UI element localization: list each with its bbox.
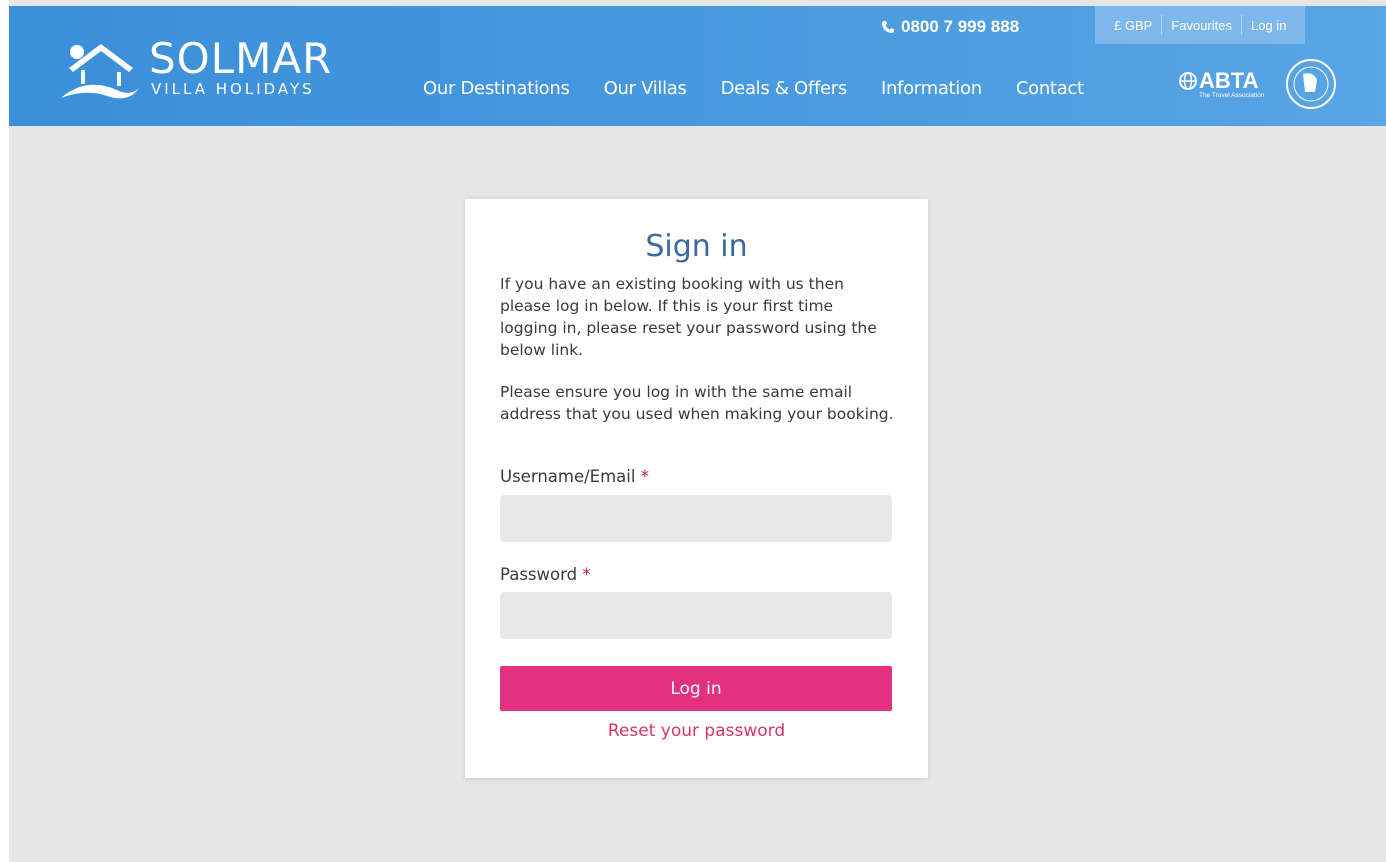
required-asterisk: * [582,565,591,584]
currency-selector[interactable]: £ GBP [1105,18,1161,33]
username-label: Username/Email * [500,467,649,486]
page-title: Sign in [645,229,748,264]
password-label: Password * [500,565,591,584]
brand-name: SOLMAR [149,34,333,83]
email-note-text: Please ensure you log in with the same e… [500,383,894,423]
nav-our-destinations[interactable]: Our Destinations [423,78,570,99]
header-login-link[interactable]: Log in [1242,18,1295,33]
page: SOLMAR VILLA HOLIDAYS 0800 7 999 888 £ G… [0,0,1386,862]
abta-subtitle: The Travel Association [1199,92,1265,99]
left-edge-strip [0,0,9,862]
nav-deals-offers[interactable]: Deals & Offers [721,78,848,99]
site-header: SOLMAR VILLA HOLIDAYS 0800 7 999 888 £ G… [9,6,1386,126]
reset-password-link[interactable]: Reset your password [465,721,928,741]
required-asterisk: * [640,467,649,486]
username-label-text: Username/Email [500,467,636,486]
atol-protected-icon [1286,59,1336,109]
brand-tagline: VILLA HOLIDAYS [151,80,315,98]
main-nav: Our Destinations Our Villas Deals & Offe… [423,78,1118,99]
nav-contact[interactable]: Contact [1016,78,1084,99]
username-input[interactable] [500,495,892,542]
favourites-link[interactable]: Favourites [1162,18,1241,33]
utility-bar: £ GBP Favourites Log in [1095,6,1306,44]
intro-text: If you have an existing booking with us … [500,275,877,359]
atol-badge [1285,58,1337,115]
phone-icon [882,21,894,33]
password-input[interactable] [500,592,892,639]
login-button[interactable]: Log in [500,666,892,711]
abta-word: ABTA [1199,68,1259,93]
site-logo[interactable]: SOLMAR VILLA HOLIDAYS [59,34,339,106]
nav-our-villas[interactable]: Our Villas [604,78,687,99]
globe-icon [1179,72,1197,90]
nav-information[interactable]: Information [881,78,982,99]
password-label-text: Password [500,565,578,584]
phone-number-text: 0800 7 999 888 [901,17,1020,36]
phone-number[interactable]: 0800 7 999 888 [881,17,1019,37]
abta-badge: ABTA The Travel Association [1179,68,1264,99]
signin-card: Sign in If you have an existing booking … [465,199,928,778]
house-logo-icon [61,44,139,99]
